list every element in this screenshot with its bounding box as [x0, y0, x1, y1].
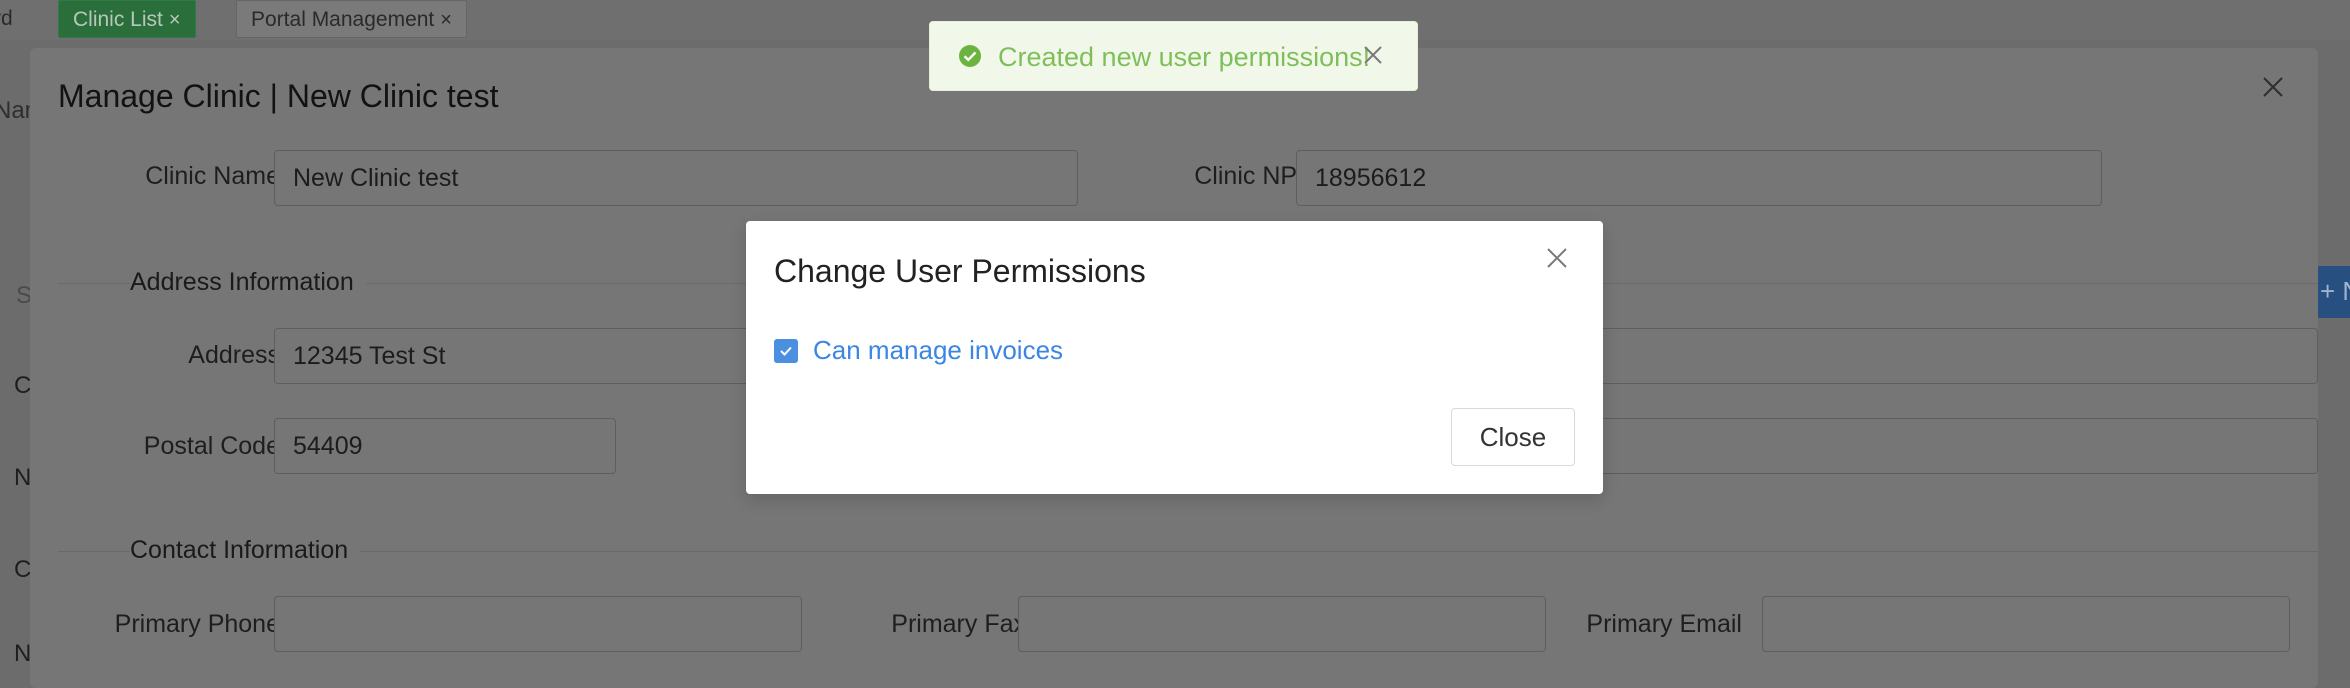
- close-icon[interactable]: [1546, 245, 1568, 275]
- primary-phone-label: Primary Phone: [114, 610, 280, 638]
- primary-fax-label: Primary Fax: [891, 610, 1026, 638]
- primary-email-label: Primary Email: [1586, 610, 1742, 638]
- primary-email-input[interactable]: [1762, 596, 2290, 652]
- modal-title: Manage Clinic | New Clinic test: [58, 78, 499, 114]
- checkbox-checked-icon[interactable]: [774, 338, 798, 363]
- address-label: Address: [188, 341, 280, 369]
- close-button[interactable]: Close: [1451, 408, 1575, 466]
- permission-label: Can manage invoices: [813, 335, 1064, 365]
- modal-title: Change User Permissions: [774, 253, 1146, 289]
- close-icon[interactable]: [1363, 40, 1383, 73]
- bg-row-fragment: C: [14, 556, 32, 583]
- clinic-npi-label: Clinic NPI: [1194, 162, 1304, 190]
- divider: [58, 551, 2318, 552]
- bg-row-fragment: N: [14, 640, 32, 667]
- tab-label: rd: [0, 7, 13, 30]
- clinic-npi-input[interactable]: 18956612: [1296, 150, 2102, 206]
- check-circle-icon: [958, 44, 982, 68]
- close-icon[interactable]: ×: [440, 9, 452, 31]
- close-icon[interactable]: ×: [169, 9, 181, 31]
- clinic-name-input[interactable]: New Clinic test: [274, 150, 1078, 206]
- bg-add-button-fragment: + N: [2316, 266, 2350, 318]
- bg-row-fragment: N: [14, 464, 32, 491]
- close-icon[interactable]: [2262, 72, 2284, 106]
- change-permissions-modal: Change User Permissions Can manage invoi…: [746, 221, 1603, 494]
- tab-dashboard[interactable]: rd: [0, 0, 13, 38]
- toast-message: Created new user permissions!: [998, 42, 1371, 72]
- tab-portal-management[interactable]: Portal Management ×: [236, 0, 467, 38]
- address-section-title: Address Information: [130, 268, 366, 297]
- tab-clinic-list[interactable]: Clinic List ×: [58, 0, 196, 38]
- postal-code-input[interactable]: 54409: [274, 418, 616, 474]
- primary-phone-input[interactable]: [274, 596, 802, 652]
- bg-row-fragment: C: [14, 372, 32, 399]
- tab-label: Clinic List: [73, 8, 163, 31]
- primary-fax-input[interactable]: [1018, 596, 1546, 652]
- contact-section-title: Contact Information: [130, 536, 361, 565]
- tab-label: Portal Management: [251, 8, 435, 31]
- permission-checkbox-row[interactable]: Can manage invoices: [774, 335, 1063, 366]
- clinic-name-label: Clinic Name: [145, 162, 280, 190]
- success-toast: Created new user permissions!: [929, 21, 1418, 91]
- postal-code-label: Postal Code: [143, 432, 280, 460]
